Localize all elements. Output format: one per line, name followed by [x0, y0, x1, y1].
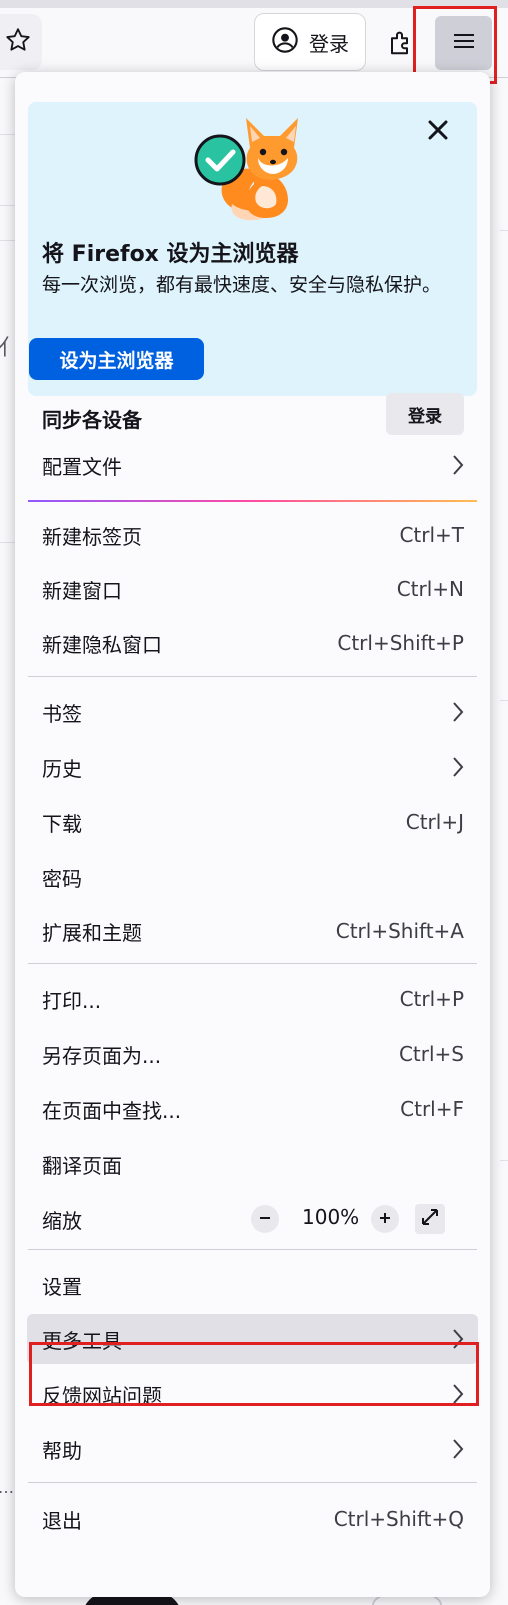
menu-item-quit[interactable]: 退出 Ctrl+Shift+Q — [27, 1494, 478, 1544]
page-divider — [0, 205, 16, 206]
menu-item-downloads[interactable]: 下载 Ctrl+J — [27, 797, 478, 847]
menu-item-label: 更多工具 — [42, 1328, 122, 1353]
menu-item-shortcut: Ctrl+N — [396, 577, 464, 601]
menu-item-shortcut: Ctrl+F — [400, 1097, 464, 1121]
menu-item-bookmarks[interactable]: 书签 — [27, 687, 478, 737]
page-text-fragment: … — [0, 1478, 14, 1497]
menu-item-shortcut: Ctrl+Shift+A — [335, 919, 464, 943]
zoom-in-button[interactable] — [371, 1205, 399, 1233]
menu-item-find-in-page[interactable]: 在页面中查找... Ctrl+F — [27, 1084, 478, 1134]
menu-item-new-private-window[interactable]: 新建隐私窗口 Ctrl+Shift+P — [27, 618, 478, 668]
chevron-right-icon — [452, 454, 464, 476]
menu-item-label: 新建隐私窗口 — [42, 632, 162, 657]
account-icon — [271, 26, 299, 59]
account-separator — [28, 500, 477, 502]
chevron-right-icon — [452, 1383, 464, 1405]
menu-item-label: 缩放 — [42, 1208, 82, 1233]
zoom-out-button[interactable] — [251, 1205, 279, 1233]
menu-item-label: 书签 — [42, 701, 82, 726]
menu-item-passwords[interactable]: 密码 — [27, 852, 478, 902]
menu-item-history[interactable]: 历史 — [27, 742, 478, 792]
fox-illustration — [194, 118, 298, 221]
menu-item-report-site-issue[interactable]: 反馈网站问题 — [27, 1369, 478, 1419]
menu-item-label: 设置 — [42, 1274, 82, 1299]
app-menu-panel: 将 Firefox 设为主浏览器 每一次浏览，都有最快速度、安全与隐私保护。 设… — [15, 72, 490, 1597]
page-divider — [0, 542, 16, 543]
menu-item-help[interactable]: 帮助 — [27, 1424, 478, 1474]
close-icon — [427, 119, 449, 145]
promo-description: 每一次浏览，都有最快速度、安全与隐私保护。 — [42, 274, 442, 296]
menu-item-translate[interactable]: 翻译页面 — [27, 1139, 478, 1189]
menu-separator — [28, 1249, 477, 1250]
chevron-right-icon — [452, 1328, 464, 1350]
chevron-right-icon — [452, 701, 464, 723]
menu-item-shortcut: Ctrl+P — [399, 987, 464, 1011]
menu-item-label: 在页面中查找... — [42, 1098, 182, 1123]
menu-item-label: 另存页面为... — [42, 1043, 162, 1068]
menu-item-label: 下载 — [42, 811, 82, 836]
plus-icon — [378, 1210, 392, 1229]
menu-item-label: 打印... — [42, 988, 102, 1013]
zoom-reset-button[interactable]: 100% — [302, 1205, 359, 1229]
menu-item-new-window[interactable]: 新建窗口 Ctrl+N — [27, 564, 478, 614]
menu-item-more-tools[interactable]: 更多工具 — [27, 1314, 478, 1364]
account-signin-button[interactable]: 登录 — [254, 13, 366, 71]
menu-item-shortcut: Ctrl+Shift+Q — [333, 1507, 464, 1531]
page-divider — [0, 134, 16, 135]
menu-item-new-tab[interactable]: 新建标签页 Ctrl+T — [27, 510, 478, 560]
page-divider — [500, 1160, 508, 1161]
menu-item-profiles[interactable]: 配置文件 — [27, 440, 478, 490]
menu-item-label: 退出 — [42, 1508, 82, 1533]
menu-separator — [28, 676, 477, 677]
page-divider — [0, 240, 16, 241]
menu-item-shortcut: Ctrl+T — [399, 523, 464, 547]
page-divider — [500, 700, 508, 701]
fullscreen-icon — [420, 1207, 440, 1231]
menu-item-label: 反馈网站问题 — [42, 1383, 162, 1408]
menu-item-label: 帮助 — [42, 1438, 82, 1463]
account-signin-label: 登录 — [309, 31, 349, 56]
menu-separator — [28, 963, 477, 964]
menu-item-addons[interactable]: 扩展和主题 Ctrl+Shift+A — [27, 906, 478, 956]
sync-signin-button[interactable]: 登录 — [386, 393, 464, 435]
menu-item-print[interactable]: 打印... Ctrl+P — [27, 974, 478, 1024]
chevron-right-icon — [452, 756, 464, 778]
menu-item-label: 配置文件 — [42, 454, 122, 479]
chevron-right-icon — [452, 1438, 464, 1460]
set-default-browser-button[interactable]: 设为主浏览器 — [29, 338, 204, 380]
menu-separator — [28, 1482, 477, 1483]
menu-item-label: 新建标签页 — [42, 524, 142, 549]
promo-title: 将 Firefox 设为主浏览器 — [42, 242, 299, 267]
menu-item-label: 密码 — [42, 866, 82, 891]
menu-item-save-page[interactable]: 另存页面为... Ctrl+S — [27, 1029, 478, 1079]
minus-icon — [258, 1210, 272, 1229]
menu-item-label: 扩展和主题 — [42, 920, 142, 945]
bookmark-star-button[interactable] — [0, 14, 42, 70]
menu-item-shortcut: Ctrl+J — [405, 810, 464, 834]
menu-item-label: 新建窗口 — [42, 578, 122, 603]
page-divider — [500, 230, 508, 231]
promo-close-button[interactable] — [420, 114, 456, 150]
menu-item-settings[interactable]: 设置 — [27, 1260, 478, 1310]
menu-item-shortcut: Ctrl+S — [398, 1042, 464, 1066]
menu-item-label: 翻译页面 — [42, 1153, 122, 1178]
menu-item-label: 历史 — [42, 756, 82, 781]
sync-heading: 同步各设备 — [42, 408, 142, 432]
fullscreen-button[interactable] — [415, 1204, 445, 1234]
menu-item-shortcut: Ctrl+Shift+P — [337, 631, 464, 655]
star-icon — [4, 26, 32, 58]
